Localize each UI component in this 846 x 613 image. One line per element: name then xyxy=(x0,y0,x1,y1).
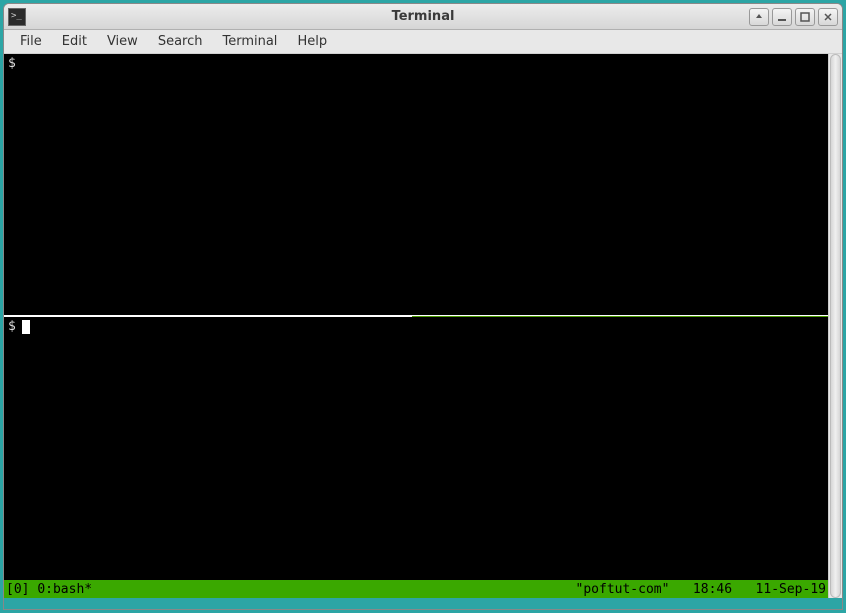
tmux-status-bar: [0] 0:bash* "poftut-com" 18:46 11-Sep-19 xyxy=(4,580,828,598)
close-button[interactable] xyxy=(818,8,838,26)
prompt-line: $ xyxy=(8,56,824,72)
menu-help[interactable]: Help xyxy=(287,31,337,52)
maximize-button[interactable] xyxy=(795,8,815,26)
scrollbar-thumb[interactable] xyxy=(830,54,841,598)
tmux-pane-bottom[interactable]: $ xyxy=(4,317,828,580)
app-icon: >_ xyxy=(8,8,26,26)
tmux-pane-top[interactable]: $ xyxy=(4,54,828,316)
minimize-button[interactable] xyxy=(772,8,792,26)
menubar: File Edit View Search Terminal Help xyxy=(4,30,842,54)
tmux-hostname: "poftut-com" xyxy=(576,582,670,597)
prompt-line: $ xyxy=(8,319,824,335)
tmux-time: 18:46 xyxy=(693,582,732,597)
tmux-session: [0] xyxy=(6,582,29,597)
pane-divider-inactive xyxy=(4,316,412,317)
window-controls xyxy=(749,8,838,26)
terminal-window: >_ Terminal File Edit View Search Termin… xyxy=(3,3,843,610)
titlebar[interactable]: >_ Terminal xyxy=(4,4,842,30)
window-up-button[interactable] xyxy=(749,8,769,26)
prompt-symbol: $ xyxy=(8,319,16,335)
terminal-area: $ $ [0] 0:bash* "poftut-com" xyxy=(4,54,842,598)
menu-file[interactable]: File xyxy=(10,31,52,52)
bottom-strip xyxy=(4,598,842,609)
terminal-content[interactable]: $ $ [0] 0:bash* "poftut-com" xyxy=(4,54,828,598)
window-title: Terminal xyxy=(4,9,842,24)
tmux-status-left: [0] 0:bash* xyxy=(6,582,92,597)
tmux-date: 11-Sep-19 xyxy=(756,582,826,597)
tmux-status-right: "poftut-com" 18:46 11-Sep-19 xyxy=(576,582,826,597)
scrollbar[interactable] xyxy=(828,54,842,598)
menu-edit[interactable]: Edit xyxy=(52,31,97,52)
cursor xyxy=(22,320,30,334)
menu-view[interactable]: View xyxy=(97,31,148,52)
menu-search[interactable]: Search xyxy=(148,31,213,52)
menu-terminal[interactable]: Terminal xyxy=(212,31,287,52)
tmux-window: 0:bash* xyxy=(37,582,92,597)
prompt-symbol: $ xyxy=(8,56,16,72)
